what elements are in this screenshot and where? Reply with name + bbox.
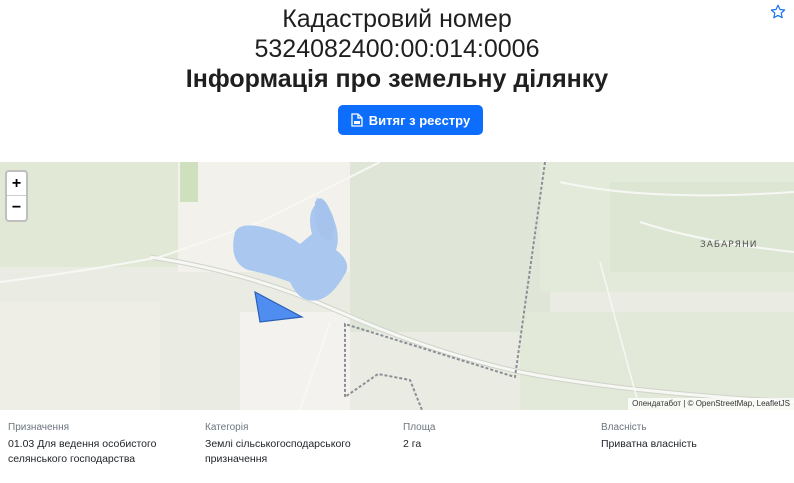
document-icon [351,113,363,127]
page-header: Кадастровий номер 5324082400:00:014:0006… [0,0,794,162]
extract-button[interactable]: Витяг з реєстру [338,105,483,135]
extract-button-label: Витяг з реєстру [368,112,471,128]
purpose-value-line2: селянського господарства [8,453,136,465]
purpose-label: Призначення [8,422,70,433]
category-block: Категорія Землі сільськогосподарського п… [205,422,395,467]
ownership-label: Власність [601,422,647,433]
attribution-link-osm[interactable]: OpenStreetMap [696,399,752,408]
map-tiles [0,162,794,410]
attribution-separator: | © [681,399,696,408]
ownership-value: Приватна власність [601,438,697,450]
page-title: Кадастровий номер [282,5,512,33]
purpose-value: 01.03 Для ведення особистого селянського… [8,437,198,467]
category-value: Землі сільськогосподарського призначення [205,437,395,467]
page-subtitle: Інформація про земельну ділянку [185,65,609,93]
category-value-line1: Землі сільськогосподарського [205,438,351,450]
attribution-link-opendatabot[interactable]: Опендатабот [632,399,681,408]
area-value: 2 га [403,438,422,450]
zoom-in-button[interactable]: + [7,172,26,196]
cadastral-number: 5324082400:00:014:0006 [254,35,540,63]
attribution-link-leaflet[interactable]: LeafletJS [757,399,790,408]
parcel-info: Призначення 01.03 Для ведення особистого… [0,410,794,483]
star-icon[interactable] [770,4,786,20]
place-label: ЗАБАРЯНИ [700,240,758,250]
ownership-block: Власність Приватна власність [601,422,791,452]
map-attribution: Опендатабот | © OpenStreetMap, LeafletJS [628,398,794,410]
category-label: Категорія [205,422,249,433]
purpose-value-line1: 01.03 Для ведення особистого [8,438,157,450]
map-view[interactable] [0,162,794,410]
category-value-line2: призначення [205,453,268,465]
zoom-out-button[interactable]: − [7,196,26,220]
zoom-control: + − [5,170,28,222]
purpose-block: Призначення 01.03 Для ведення особистого… [8,422,198,467]
area-block: Площа 2 га [403,422,593,452]
area-label: Площа [403,422,436,433]
